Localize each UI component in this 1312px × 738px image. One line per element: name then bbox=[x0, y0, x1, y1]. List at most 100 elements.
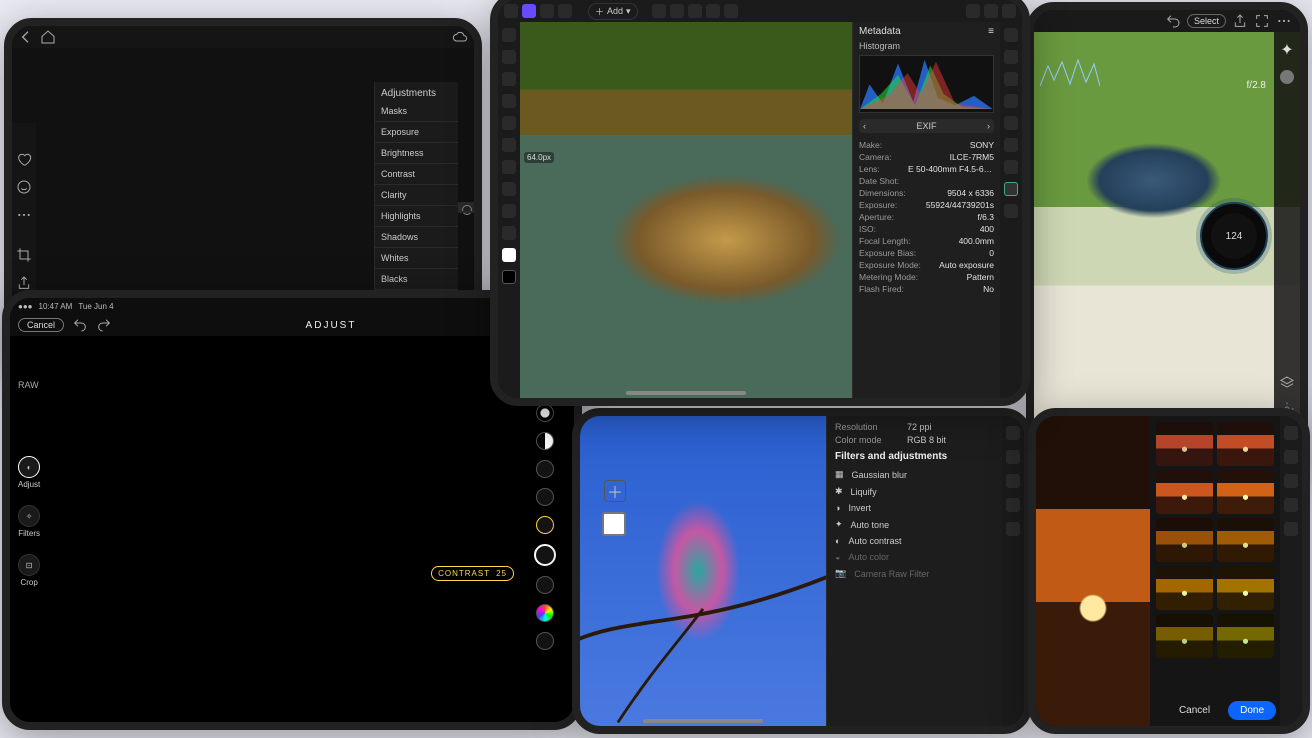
select-button[interactable]: Select bbox=[1187, 14, 1226, 28]
sparkle-icon[interactable]: ✦ bbox=[1280, 40, 1293, 60]
chevron-right-icon[interactable]: › bbox=[987, 121, 990, 131]
back-icon[interactable] bbox=[18, 29, 34, 45]
heart-icon[interactable] bbox=[16, 151, 32, 167]
search-icon[interactable] bbox=[966, 4, 980, 18]
menu-icon[interactable] bbox=[1002, 4, 1016, 18]
filter-item[interactable]: ◐Auto contrast bbox=[835, 533, 994, 549]
adjustment-item[interactable]: Shadows bbox=[375, 227, 458, 248]
adjustment-item[interactable]: Exposure bbox=[375, 122, 458, 143]
smile-icon[interactable] bbox=[16, 179, 32, 195]
home-icon[interactable] bbox=[40, 29, 56, 45]
navigator-icon[interactable] bbox=[1004, 160, 1018, 174]
photo-canvas[interactable]: RAW ◐Adjust✧Filters⊡Crop CONTRAST 25 bbox=[10, 336, 574, 722]
pointer-icon[interactable] bbox=[706, 4, 720, 18]
cloud-icon[interactable] bbox=[452, 29, 468, 45]
shadows-icon[interactable] bbox=[536, 488, 554, 506]
brush-icon[interactable] bbox=[724, 4, 738, 18]
hand-icon[interactable] bbox=[984, 4, 998, 18]
fullscreen-icon[interactable] bbox=[1254, 13, 1270, 29]
current-ring-icon[interactable] bbox=[534, 544, 556, 566]
tool-icon[interactable] bbox=[688, 4, 702, 18]
exposure-icon[interactable] bbox=[536, 404, 554, 422]
clone-icon[interactable] bbox=[502, 160, 516, 174]
adjustment-item[interactable]: Highlights bbox=[375, 206, 458, 227]
tool-icon[interactable] bbox=[670, 4, 684, 18]
tool-icon[interactable] bbox=[652, 4, 666, 18]
warmth-icon[interactable] bbox=[536, 632, 554, 650]
filter-item[interactable]: ▦Gaussian blur bbox=[835, 466, 994, 483]
crop-icon[interactable] bbox=[1284, 450, 1298, 464]
adjust-icon[interactable] bbox=[1284, 426, 1298, 440]
layers-icon[interactable] bbox=[1004, 28, 1018, 42]
eye-icon[interactable] bbox=[1006, 426, 1020, 440]
pen-icon[interactable] bbox=[502, 72, 516, 86]
tool-icon[interactable] bbox=[504, 4, 518, 18]
channels-icon[interactable] bbox=[1004, 50, 1018, 64]
filter-item[interactable]: ✱Liquify bbox=[835, 483, 994, 500]
preset-thumb[interactable] bbox=[1217, 518, 1274, 562]
crop-icon[interactable] bbox=[16, 247, 32, 263]
tool-icon[interactable] bbox=[540, 4, 554, 18]
share-icon[interactable] bbox=[1232, 13, 1248, 29]
presets-icon[interactable] bbox=[1284, 474, 1298, 488]
lock-icon[interactable] bbox=[1006, 450, 1020, 464]
adjust-dial[interactable]: 124 bbox=[1200, 202, 1268, 270]
adjustment-item[interactable]: Contrast bbox=[375, 164, 458, 185]
more-icon[interactable] bbox=[558, 4, 572, 18]
mode-adjust[interactable]: ◐Adjust bbox=[18, 456, 40, 489]
help-icon[interactable] bbox=[1004, 204, 1018, 218]
shape-icon[interactable] bbox=[502, 226, 516, 240]
heal-icon[interactable] bbox=[502, 182, 516, 196]
more-icon[interactable] bbox=[1276, 13, 1292, 29]
photo-canvas[interactable]: ＋ bbox=[580, 416, 826, 726]
preset-thumb[interactable] bbox=[1217, 566, 1274, 610]
cancel-button[interactable]: Cancel bbox=[18, 318, 64, 332]
cancel-button[interactable]: Cancel bbox=[1169, 701, 1220, 720]
adjustment-item[interactable]: Brightness bbox=[375, 143, 458, 164]
preset-thumb[interactable] bbox=[1156, 518, 1213, 562]
saturation-icon[interactable] bbox=[536, 604, 554, 622]
select-icon[interactable] bbox=[502, 50, 516, 64]
photo-canvas[interactable]: 64.0px bbox=[520, 22, 852, 398]
heal-icon[interactable] bbox=[1284, 498, 1298, 512]
undo-icon[interactable] bbox=[72, 317, 88, 333]
mask-icon[interactable] bbox=[1284, 522, 1298, 536]
fill-icon[interactable] bbox=[502, 138, 516, 152]
properties-icon[interactable] bbox=[1006, 474, 1020, 488]
text-icon[interactable] bbox=[502, 204, 516, 218]
panel-menu-icon[interactable]: ≡ bbox=[988, 26, 994, 37]
eraser-icon[interactable] bbox=[502, 116, 516, 130]
mode-crop[interactable]: ⊡Crop bbox=[18, 554, 40, 587]
brush-icon[interactable] bbox=[502, 94, 516, 108]
color-swatch[interactable] bbox=[502, 248, 516, 262]
contrast-icon[interactable] bbox=[536, 516, 554, 534]
exif-header[interactable]: ‹ EXIF › bbox=[859, 119, 994, 133]
preset-thumb[interactable] bbox=[1217, 470, 1274, 514]
color-swatch-secondary[interactable] bbox=[502, 270, 516, 284]
adjustment-item[interactable]: Whites bbox=[375, 248, 458, 269]
adjust-icon[interactable] bbox=[1004, 72, 1018, 86]
filter-item[interactable]: ◑Invert bbox=[835, 500, 994, 516]
preset-thumb[interactable] bbox=[1217, 614, 1274, 658]
adjustment-item[interactable]: Clarity bbox=[375, 185, 458, 206]
layers-icon[interactable] bbox=[1279, 375, 1295, 391]
photo-canvas[interactable] bbox=[1036, 416, 1150, 726]
preset-thumb[interactable] bbox=[1156, 422, 1213, 466]
more-icon[interactable] bbox=[16, 207, 32, 223]
metadata-icon[interactable] bbox=[1004, 182, 1018, 196]
undo-icon[interactable] bbox=[1165, 13, 1181, 29]
tool-active-icon[interactable] bbox=[522, 4, 536, 18]
done-button[interactable]: Done bbox=[1228, 701, 1276, 720]
share-icon[interactable] bbox=[16, 275, 32, 291]
blackpoint-icon[interactable] bbox=[536, 576, 554, 594]
add-layer-button[interactable]: ＋ bbox=[604, 480, 626, 502]
preset-thumb[interactable] bbox=[1156, 614, 1213, 658]
grey-dot-icon[interactable] bbox=[1280, 70, 1294, 84]
highlights-icon[interactable] bbox=[536, 460, 554, 478]
layer-swatch[interactable] bbox=[602, 512, 626, 536]
photo-canvas[interactable]: f/2.8 124 bbox=[1034, 32, 1300, 469]
slider-row[interactable] bbox=[458, 212, 474, 213]
adjustment-item[interactable]: Masks bbox=[375, 101, 458, 122]
text-icon[interactable] bbox=[1004, 138, 1018, 152]
move-icon[interactable] bbox=[502, 28, 516, 42]
